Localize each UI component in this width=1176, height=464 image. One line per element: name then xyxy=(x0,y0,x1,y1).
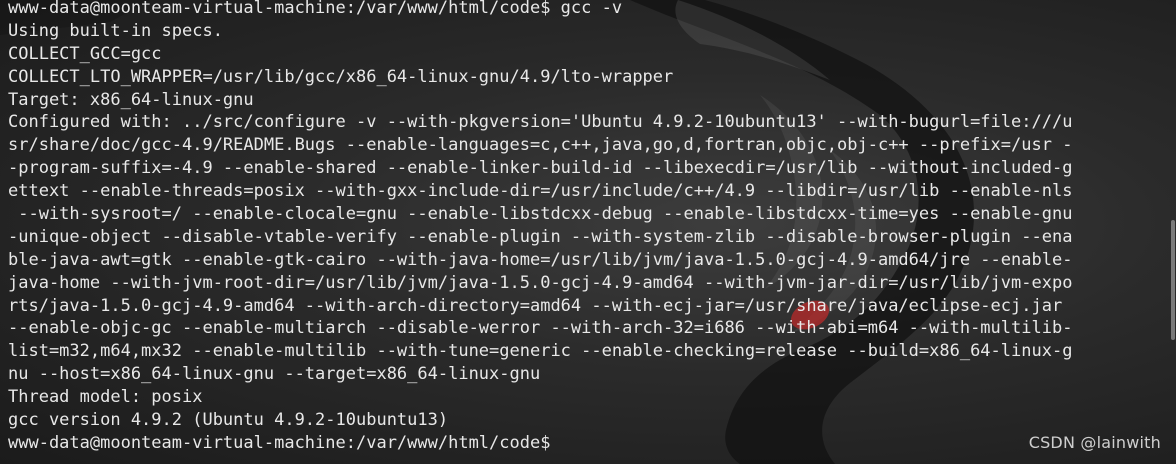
terminal-window[interactable]: www-data@moonteam-virtual-machine:/var/w… xyxy=(0,0,1176,464)
watermark-label: CSDN @lainwith xyxy=(1028,433,1161,453)
output-line: --with-sysroot=/ --enable-clocale=gnu --… xyxy=(8,204,1073,225)
output-line: ettext --enable-threads=posix --with-gxx… xyxy=(8,181,1073,202)
output-line: java-home --with-jvm-root-dir=/usr/lib/j… xyxy=(8,272,1073,293)
output-line: rts/java-1.5.0-gcj-4.9-amd64 --with-arch… xyxy=(8,295,1063,316)
output-line: -program-suffix=-4.9 --enable-shared --e… xyxy=(8,158,1073,179)
output-line: COLLECT_LTO_WRAPPER=/usr/lib/gcc/x86_64-… xyxy=(8,66,674,87)
terminal-output[interactable]: www-data@moonteam-virtual-machine:/var/w… xyxy=(8,0,1170,455)
output-line: -unique-object --disable-vtable-verify -… xyxy=(8,226,1073,247)
output-line: --enable-objc-gc --enable-multiarch --di… xyxy=(8,318,1073,339)
output-line: sr/share/doc/gcc-4.9/README.Bugs --enabl… xyxy=(8,135,1073,156)
output-line: ble-java-awt=gtk --enable-gtk-cairo --wi… xyxy=(8,249,1073,270)
output-line: list=m32,m64,mx32 --enable-multilib --wi… xyxy=(8,341,1073,362)
output-line: Using built-in specs. xyxy=(8,20,223,41)
output-line: nu --host=x86_64-linux-gnu --target=x86_… xyxy=(8,364,541,385)
scrollbar[interactable] xyxy=(1171,220,1175,340)
output-line: gcc version 4.9.2 (Ubuntu 4.9.2-10ubuntu… xyxy=(8,410,449,431)
output-line: COLLECT_GCC=gcc xyxy=(8,43,162,64)
command-line: www-data@moonteam-virtual-machine:/var/w… xyxy=(8,0,623,18)
shell-prompt[interactable]: www-data@moonteam-virtual-machine:/var/w… xyxy=(8,432,1170,455)
prompt-text: www-data@moonteam-virtual-machine:/var/w… xyxy=(8,432,551,453)
output-line: Thread model: posix xyxy=(8,387,203,408)
output-line: Configured with: ../src/configure -v --w… xyxy=(8,112,1073,133)
output-line: Target: x86_64-linux-gnu xyxy=(8,89,254,110)
